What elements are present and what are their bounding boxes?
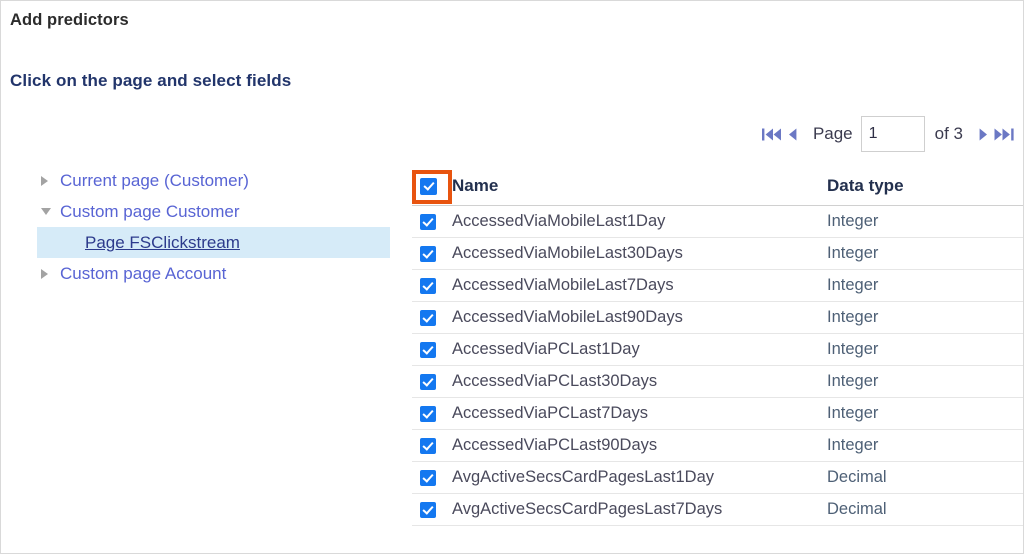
tree-item-current-page[interactable]: Current page (Customer): [37, 165, 390, 196]
field-name: AccessedViaPCLast7Days: [452, 404, 648, 422]
field-data-type: Integer: [827, 276, 879, 294]
row-checkbox-cell: [412, 341, 452, 358]
row-checkbox-cell: [412, 373, 452, 390]
table-row[interactable]: AccessedViaPCLast1Day Integer: [412, 334, 1023, 366]
last-page-icon[interactable]: [993, 128, 1015, 141]
field-data-type: Decimal: [827, 500, 887, 518]
row-checkbox[interactable]: [420, 277, 436, 294]
row-checkbox[interactable]: [420, 405, 436, 422]
row-checkbox-cell: [412, 469, 452, 486]
chevron-right-icon[interactable]: [41, 175, 60, 186]
first-page-icon[interactable]: [761, 128, 783, 141]
table-row[interactable]: AccessedViaPCLast90Days Integer: [412, 430, 1023, 462]
row-checkbox-cell: [412, 277, 452, 294]
table-row[interactable]: AvgActiveSecsCardPagesLast1Day Decimal: [412, 462, 1023, 494]
total-pages-label: of 3: [934, 124, 963, 143]
row-checkbox[interactable]: [420, 213, 436, 230]
field-name: AccessedViaPCLast90Days: [452, 436, 658, 454]
chevron-down-icon[interactable]: [41, 208, 60, 215]
column-header-data-type[interactable]: Data type: [827, 176, 1023, 196]
page-label: Page: [812, 124, 853, 143]
page-tree: Current page (Customer) Custom page Cust…: [37, 165, 390, 289]
row-checkbox[interactable]: [420, 341, 436, 358]
field-name: AccessedViaMobileLast7Days: [452, 276, 674, 294]
field-data-type: Integer: [827, 212, 879, 230]
previous-page-icon[interactable]: [785, 128, 800, 141]
row-checkbox-cell: [412, 501, 452, 518]
field-name: AccessedViaMobileLast90Days: [452, 308, 683, 326]
field-data-type: Integer: [827, 372, 879, 390]
row-checkbox[interactable]: [420, 245, 436, 262]
table-row[interactable]: AccessedViaMobileLast1Day Integer: [412, 206, 1023, 238]
field-data-type: Decimal: [827, 468, 887, 486]
row-checkbox[interactable]: [420, 469, 436, 486]
field-data-type: Integer: [827, 404, 879, 422]
tree-item-label: Custom page Customer: [60, 201, 240, 221]
table-body: AccessedViaMobileLast1Day Integer Accessed…: [412, 206, 1023, 526]
chevron-right-icon[interactable]: [41, 268, 60, 279]
field-data-type: Integer: [827, 340, 879, 358]
field-name: AvgActiveSecsCardPagesLast7Days: [452, 500, 723, 518]
table-row[interactable]: AccessedViaMobileLast7Days Integer: [412, 270, 1023, 302]
table-row[interactable]: AccessedViaMobileLast30Days Integer: [412, 238, 1023, 270]
tree-item-page-fsclickstream[interactable]: Page FSClickstream: [37, 227, 390, 258]
add-predictors-panel: Add predictors Click on the page and sel…: [0, 0, 1024, 554]
select-all-checkbox[interactable]: [420, 177, 437, 195]
row-checkbox-cell: [412, 405, 452, 422]
tree-item-label: Current page (Customer): [60, 170, 249, 190]
row-checkbox[interactable]: [420, 437, 436, 454]
row-checkbox[interactable]: [420, 309, 436, 326]
instruction-text: Click on the page and select fields: [10, 71, 292, 90]
tree-item-custom-page-customer[interactable]: Custom page Customer: [37, 196, 390, 227]
table-header-row: Name Data type: [412, 167, 1023, 206]
tree-item-label: Page FSClickstream: [85, 232, 240, 252]
field-name: AccessedViaPCLast30Days: [452, 372, 658, 390]
field-name: AccessedViaMobileLast1Day: [452, 212, 666, 230]
table-row[interactable]: AccessedViaPCLast7Days Integer: [412, 398, 1023, 430]
field-name: AccessedViaMobileLast30Days: [452, 244, 683, 262]
field-name: AccessedViaPCLast1Day: [452, 340, 640, 358]
tree-item-custom-page-account[interactable]: Custom page Account: [37, 258, 390, 289]
page-number-input[interactable]: [860, 116, 925, 152]
table-row[interactable]: AccessedViaPCLast30Days Integer: [412, 366, 1023, 398]
row-checkbox[interactable]: [420, 501, 436, 518]
row-checkbox-cell: [412, 213, 452, 230]
next-page-icon[interactable]: [976, 128, 991, 141]
row-checkbox-cell: [412, 245, 452, 262]
table-row[interactable]: AccessedViaMobileLast90Days Integer: [412, 302, 1023, 334]
column-header-name[interactable]: Name: [452, 176, 827, 196]
predictor-fields-table: Name Data type AccessedViaMobileLast1Day…: [412, 167, 1023, 526]
row-checkbox-cell: [412, 437, 452, 454]
select-all-cell: [412, 177, 452, 195]
field-data-type: Integer: [827, 308, 879, 326]
field-data-type: Integer: [827, 436, 879, 454]
pagination-controls: Page of 3: [761, 113, 1015, 155]
page-title: Add predictors: [10, 11, 129, 29]
field-data-type: Integer: [827, 244, 879, 262]
row-checkbox[interactable]: [420, 373, 436, 390]
row-checkbox-cell: [412, 309, 452, 326]
tree-item-label: Custom page Account: [60, 263, 227, 283]
field-name: AvgActiveSecsCardPagesLast1Day: [452, 468, 715, 486]
table-row[interactable]: AvgActiveSecsCardPagesLast7Days Decimal: [412, 494, 1023, 526]
